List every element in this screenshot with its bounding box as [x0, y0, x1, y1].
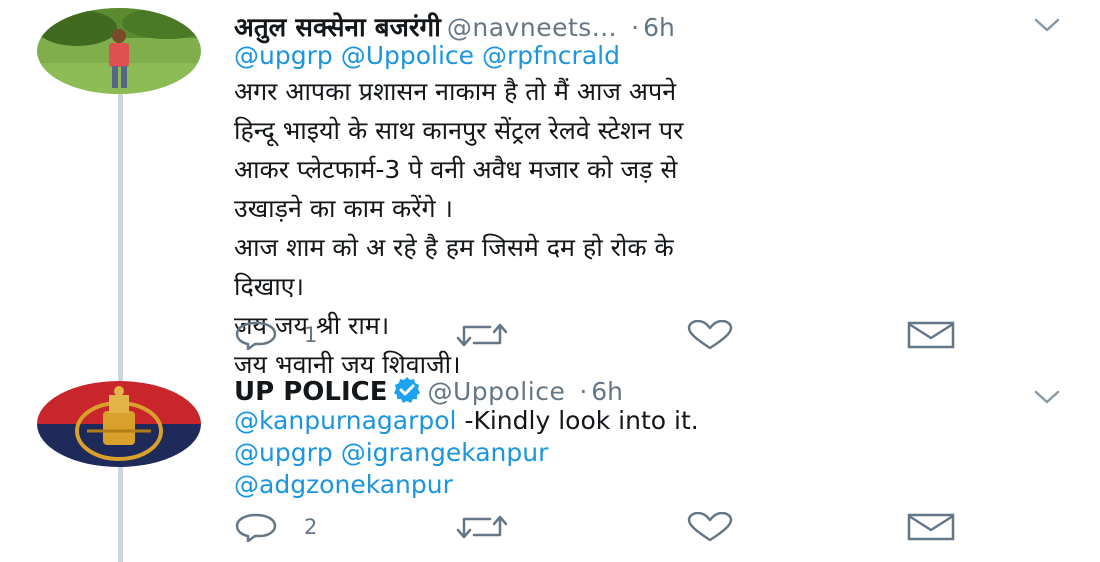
- display-name[interactable]: अतुल सक्सेना बजरंगी: [234, 13, 441, 43]
- separator-dot: ·: [631, 13, 640, 42]
- mention-link[interactable]: @kanpurnagarpol: [234, 406, 457, 435]
- mentions-line: @upgrp @Uppolice @rpfncrald: [234, 40, 683, 72]
- avatar[interactable]: [37, 8, 201, 94]
- like-button[interactable]: [686, 318, 734, 352]
- mentions-line: @upgrp @igrangekanpur: [234, 437, 699, 469]
- text-line: दिखाए।: [234, 272, 304, 301]
- mention-link[interactable]: @rpfncrald: [482, 41, 620, 70]
- text-line: अगर आपका प्रशासन नाकाम है तो मैं आज अपने: [234, 77, 677, 106]
- verified-badge-icon: [394, 377, 421, 403]
- retweet-icon: [456, 323, 508, 347]
- text-fragment: -Kindly look into it.: [456, 406, 699, 435]
- text-line: उखाड़ने का काम करेंगे ।: [234, 194, 453, 223]
- reply-count: 1: [304, 323, 318, 347]
- mention-link[interactable]: @upgrp: [234, 41, 333, 70]
- reply-button[interactable]: 2: [234, 510, 317, 544]
- mention-link[interactable]: @Uppolice: [341, 41, 474, 70]
- mention-link[interactable]: @adgzonekanpur: [234, 470, 453, 499]
- text-line: आज शाम को अ रहे है हम जिसमे दम हो रोक के: [234, 233, 674, 262]
- text-line: आकर प्लेटफार्म-3 पे वनी अवैध मजार को जड़…: [234, 155, 678, 184]
- direct-message-button[interactable]: [906, 510, 956, 544]
- like-button[interactable]: [686, 510, 734, 544]
- user-handle[interactable]: @Uppolice: [427, 377, 565, 406]
- timestamp[interactable]: 6h: [643, 13, 675, 42]
- retweet-icon: [456, 515, 508, 539]
- heart-icon: [687, 320, 733, 350]
- tweet-actions: 1: [234, 318, 974, 358]
- reply-icon: [235, 321, 277, 350]
- mention-link[interactable]: @upgrp: [234, 438, 333, 467]
- separator-dot: ·: [579, 377, 588, 406]
- reply-count: 2: [304, 515, 318, 539]
- chevron-down-icon[interactable]: [1032, 388, 1062, 406]
- direct-message-button[interactable]: [906, 318, 956, 352]
- tweet-text: @kanpurnagarpol -Kindly look into it. @u…: [234, 405, 699, 501]
- text-line: हिन्दू भाइयो के साथ कानपुर सेंट्रल रेलवे…: [234, 116, 684, 145]
- mention-link[interactable]: @igrangekanpur: [341, 438, 549, 467]
- envelope-icon: [907, 321, 955, 349]
- timestamp[interactable]: 6h: [591, 377, 623, 406]
- reply-icon: [235, 513, 277, 542]
- reply-button[interactable]: 1: [234, 318, 317, 352]
- retweet-button[interactable]: [454, 318, 510, 352]
- envelope-icon: [907, 513, 955, 541]
- user-handle[interactable]: @navneets...: [447, 13, 617, 42]
- heart-icon: [687, 512, 733, 542]
- thread-connector-line: [118, 92, 123, 562]
- tweet-actions: 2: [234, 510, 974, 550]
- display-name[interactable]: UP POLICE: [234, 377, 387, 407]
- text-line: @kanpurnagarpol -Kindly look into it.: [234, 405, 699, 437]
- chevron-down-icon[interactable]: [1032, 16, 1062, 34]
- avatar[interactable]: [37, 381, 201, 467]
- retweet-button[interactable]: [454, 510, 510, 544]
- mentions-line: @adgzonekanpur: [234, 469, 699, 501]
